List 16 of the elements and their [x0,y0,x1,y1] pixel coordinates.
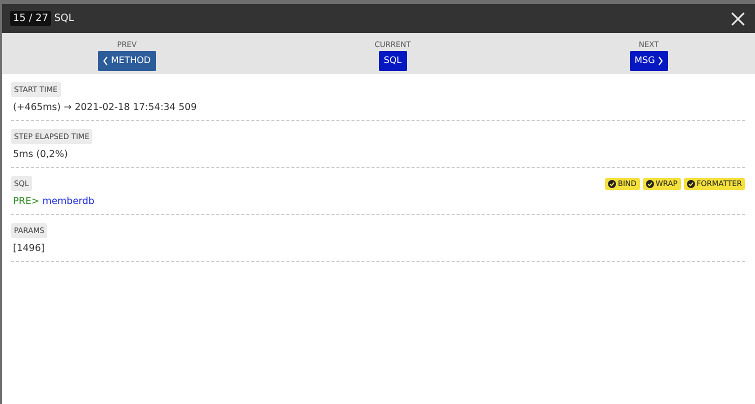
check-circle-icon [686,180,695,188]
section-value: PRE> memberdb [12,196,96,207]
section-value: (+465ms) → 2021-02-18 17:54:34 509 [12,102,198,113]
chevron-right-icon [658,56,663,66]
step-counter: 15 / 27 [10,11,52,26]
nav-button[interactable]: MSG [630,51,668,71]
chevron-left-icon [103,56,108,66]
nav-button[interactable]: SQL [378,51,407,71]
modal-title: SQL [54,13,74,24]
close-icon [731,12,745,26]
section-value: [1496] [12,243,46,254]
check-circle-icon [608,180,616,188]
close-button[interactable] [731,12,745,26]
nav-button[interactable]: METHOD [98,51,156,71]
check-circle-icon [646,180,654,188]
section-value: 5ms (0,2%) [12,149,69,160]
